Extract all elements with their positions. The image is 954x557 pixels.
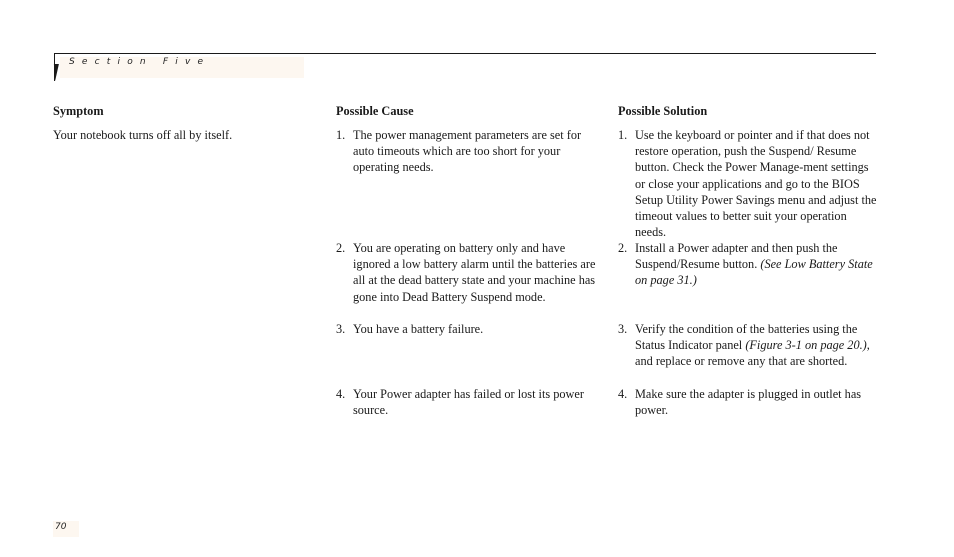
cause-header: Possible Cause (336, 104, 414, 118)
cause-text: You have a battery failure. (353, 322, 484, 336)
solution-column: Possible Solution 1. Use the keyboard or… (618, 103, 880, 417)
solution-text: Make sure the adapter is plugged in outl… (635, 387, 862, 418)
solution-number: 2. (618, 241, 628, 255)
solution-number: 1. (618, 128, 628, 142)
solution-header: Possible Solution (618, 104, 708, 118)
solution-item: 1. Use the keyboard or pointer and if th… (618, 127, 880, 240)
figure-reference: (Figure 3-1 on page 20.) (745, 338, 867, 353)
cause-text: Your Power adapter has failed or lost it… (353, 387, 584, 418)
solution-text-block: Verify the condition of the batteries us… (635, 321, 880, 370)
cause-number: 3. (336, 322, 346, 336)
section-label: Section Five (69, 57, 211, 67)
page-number: 70 (55, 522, 67, 532)
solution-text-block: Install a Power adapter and then push th… (635, 240, 880, 289)
header-corner-wedge (52, 64, 59, 81)
cause-text: The power management parameters are set … (353, 128, 582, 175)
solution-number: 3. (618, 322, 628, 336)
cause-number: 2. (336, 241, 346, 255)
cause-item: 2. You are operating on battery only and… (336, 240, 601, 305)
symptom-column: Symptom Your notebook turns off all by i… (53, 103, 313, 143)
solution-item: 4. Make sure the adapter is plugged in o… (618, 386, 880, 418)
cause-number: 4. (336, 387, 346, 401)
symptom-header: Symptom (53, 104, 104, 118)
solution-item: 3. Verify the condition of the batteries… (618, 321, 880, 370)
solution-text: Use the keyboard or pointer and if that … (635, 128, 877, 240)
solution-number: 4. (618, 387, 628, 401)
solution-item: 2. Install a Power adapter and then push… (618, 240, 880, 289)
cause-item: 4. Your Power adapter has failed or lost… (336, 386, 601, 418)
header-rule (54, 53, 876, 54)
symptom-text: Your notebook turns off all by itself. (53, 128, 233, 143)
cause-number: 1. (336, 128, 346, 142)
cause-item: 3. You have a battery failure. (336, 321, 601, 337)
cause-column: Possible Cause 1. The power management p… (336, 103, 601, 417)
cause-item: 1. The power management parameters are s… (336, 127, 601, 176)
cause-text: You are operating on battery only and ha… (353, 241, 596, 304)
